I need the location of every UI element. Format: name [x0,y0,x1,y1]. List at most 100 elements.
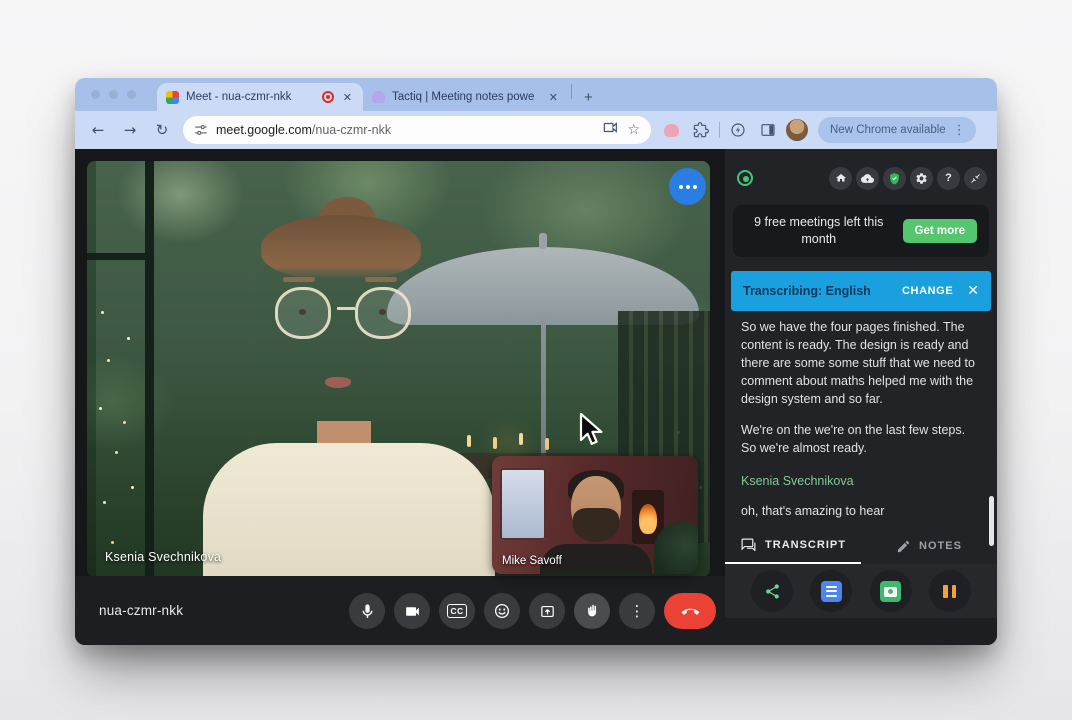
help-button[interactable]: ? [937,167,960,190]
window-frame-decoration [87,253,154,260]
tab-close-icon[interactable]: ✕ [547,91,560,104]
side-panel-icon[interactable] [756,118,780,142]
sidebar-actions [725,564,997,618]
quota-card: 9 free meetings left this month Get more [733,205,989,257]
camera-button[interactable] [394,593,430,629]
pip-plant-decoration [654,522,698,574]
help-icon: ? [945,172,952,184]
url-domain: meet.google.com [216,123,312,137]
more-options-button[interactable]: ⋮ [619,593,655,629]
share-icon [764,583,781,600]
tactiq-favicon-icon [372,91,385,103]
address-bar[interactable]: meet.google.com/nua-czmr-nkk ☆ [183,116,651,144]
detach-panel-button[interactable] [964,167,987,190]
meeting-code: nua-czmr-nkk [99,603,183,618]
chrome-update-button[interactable]: New Chrome available ⋮ [818,117,976,143]
pip-video-tile[interactable]: Mike Savoff [492,456,698,574]
raise-hand-button[interactable] [574,593,610,629]
participant-figure [379,309,386,315]
participant-figure [283,277,315,282]
pip-participant-name: Mike Savoff [502,555,562,567]
new-tab-button[interactable]: + [578,89,599,106]
tab-close-icon[interactable]: ✕ [341,91,354,104]
toolbar-separator [719,122,720,138]
screenshot-camera-icon [880,581,901,602]
meet-favicon-icon [166,91,179,104]
mouse-cursor [578,412,606,455]
cloud-upload-button[interactable] [856,167,879,190]
browser-menu-icon[interactable]: ⋮ [953,123,966,138]
google-meet-area: Ksenia Svechnikova Mike Savoff nua-czmr-… [75,149,725,645]
pause-transcription-button[interactable] [929,570,971,612]
get-more-button[interactable]: Get more [903,219,978,243]
bookmark-star-icon[interactable]: ☆ [627,122,640,138]
browser-window: Meet - nua-czmr-nkk ✕ Tactiq | Meeting n… [75,78,997,645]
reactions-button[interactable] [484,593,520,629]
share-button[interactable] [751,570,793,612]
tab-notes[interactable]: NOTES [861,528,997,564]
screenshot-button[interactable] [870,570,912,612]
present-button[interactable] [529,593,565,629]
end-call-button[interactable] [664,593,716,629]
close-window-button[interactable] [91,90,100,99]
url-text[interactable]: meet.google.com/nua-czmr-nkk [216,123,595,137]
profile-avatar[interactable] [786,119,808,141]
privacy-shield-button[interactable] [883,167,906,190]
microphone-button[interactable] [349,593,385,629]
desktop: Meet - nua-czmr-nkk ✕ Tactiq | Meeting n… [0,0,1072,720]
minimize-window-button[interactable] [109,90,118,99]
transcript-icon [740,537,757,554]
sidebar-footer-spacer [725,618,997,645]
back-button[interactable]: ← [85,117,111,143]
change-language-button[interactable]: CHANGE [902,285,953,297]
browser-toolbar: ← → ↻ meet.google.com/nua-czmr-nkk ☆ [75,111,997,149]
performance-icon[interactable] [726,118,750,142]
quota-text: 9 free meetings left this month [745,214,893,248]
string-lights-decoration [101,311,104,314]
tab-camera-indicator-icon[interactable] [603,121,619,139]
captions-button[interactable]: CC [439,593,475,629]
tab-transcript-label: TRANSCRIPT [765,539,846,551]
extensions-puzzle-icon[interactable] [689,118,713,142]
tactiq-extension-icon[interactable] [659,118,683,142]
zoom-window-button[interactable] [127,90,136,99]
transcribing-label: Transcribing: English [743,284,871,298]
transcript-speaker: Ksenia Svechnikova [741,472,981,490]
recording-status-icon [737,170,753,186]
transcribing-banner: Transcribing: English CHANGE ✕ [731,271,991,311]
more-options-icon: ⋮ [630,602,645,620]
google-docs-button[interactable] [810,570,852,612]
tab-title: Meet - nua-czmr-nkk [186,91,315,103]
sidebar-tabs: TRANSCRIPT NOTES [725,528,997,564]
tab-strip: Meet - nua-czmr-nkk ✕ Tactiq | Meeting n… [75,78,997,111]
reload-button[interactable]: ↻ [149,117,175,143]
participant-figure [299,309,306,315]
meet-controls: CC ⋮ [349,593,716,629]
window-controls[interactable] [91,90,136,99]
settings-button[interactable] [910,167,933,190]
tab-title: Tactiq | Meeting notes powe [392,91,540,103]
url-path: /nua-czmr-nkk [312,123,391,137]
sidebar-scrollbar[interactable] [989,496,994,546]
banner-close-icon[interactable]: ✕ [967,283,979,299]
chat-dots-icon [686,185,690,189]
tab-meet[interactable]: Meet - nua-czmr-nkk ✕ [157,83,363,111]
forward-button[interactable]: → [117,117,143,143]
main-participant-name: Ksenia Svechnikova [105,550,221,564]
tab-transcript[interactable]: TRANSCRIPT [725,528,861,564]
participant-figure [325,377,351,388]
site-settings-icon[interactable] [194,123,208,137]
tab-recording-icon [322,91,334,103]
tactiq-sidebar: ? 9 free meetings left this month Get mo… [725,149,997,645]
pause-icon [943,585,956,598]
pip-window-decoration [500,468,546,540]
tab-tactiq[interactable]: Tactiq | Meeting notes powe ✕ [363,83,569,111]
chrome-update-label: New Chrome available [830,124,946,136]
page-content: Ksenia Svechnikova Mike Savoff nua-czmr-… [75,149,997,645]
pip-participant-figure [573,508,619,542]
tab-separator [571,84,572,99]
transcript-panel[interactable]: everything that Mike Savoff So we have t… [725,311,997,528]
tactiq-header: ? [725,149,997,199]
chat-bubble-button[interactable] [669,168,706,205]
home-button[interactable] [829,167,852,190]
